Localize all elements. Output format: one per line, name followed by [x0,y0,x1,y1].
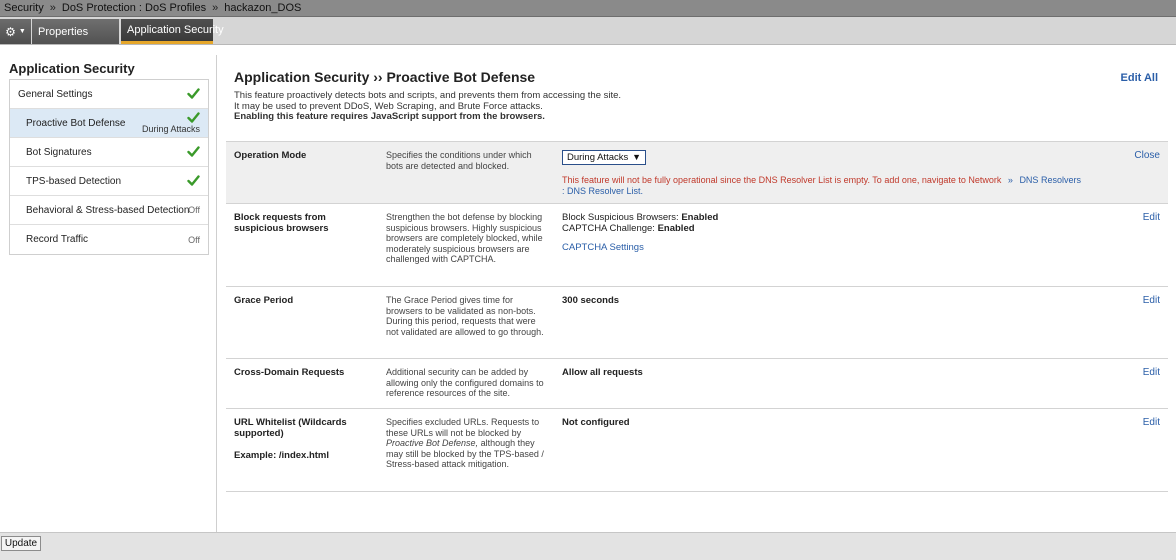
setting-help: Specifies the conditions under which bot… [386,150,532,171]
setting-row-url-whitelist: URL Whitelist (Wildcards supported) Exam… [226,408,1168,492]
dns-resolver-list-link[interactable]: : DNS Resolver List. [562,186,643,196]
url-whitelist-label: URL Whitelist (Wildcards supported) [234,417,347,439]
checkmark-icon [187,145,200,158]
sidebar-item-label: Record Traffic [26,234,89,245]
value-status: Enabled [681,212,719,223]
checkmark-icon [187,87,200,100]
setting-label: Grace Period [234,295,294,306]
description-requirement: Enabling this feature requires JavaScrip… [234,111,545,122]
settings-table: Operation Mode Specifies the conditions … [226,141,1168,492]
setting-label: Operation Mode [234,150,307,161]
setting-help: Specifies excluded URLs. Requests to the… [386,417,546,470]
captcha-settings-link[interactable]: CAPTCHA Settings [562,242,1122,253]
sidebar-item-status: During Attacks [141,124,200,134]
main-panel: Application Security ›› Proactive Bot De… [218,55,1176,532]
block-suspicious-browsers-line: Block Suspicious Browsers: Enabled [562,212,1122,223]
feature-description: This feature proactively detects bots an… [234,90,834,123]
warning-separator: » [1007,175,1013,185]
help-text-italic: Proactive Bot Defense, [386,438,479,448]
sidebar-item-label: General Settings [18,88,93,100]
warning-text: This feature will not be fully operation… [562,175,1002,185]
sidebar-item-label: Bot Signatures [26,146,92,158]
page-title: Application Security ›› Proactive Bot De… [234,69,536,85]
tab-bar: ⚙ ▼ Properties Application Security [0,17,1176,45]
setting-row-block-requests: Block requests from suspicious browsers … [226,203,1168,286]
value-label: CAPTCHA Challenge: [562,223,655,234]
settings-menu-button[interactable]: ⚙ ▼ [0,19,31,44]
setting-help: Strengthen the bot defense by blocking s… [386,212,543,264]
tab-properties[interactable]: Properties [32,19,119,44]
setting-value: Not configured [562,417,630,428]
sidebar-item-label: Behavioral & Stress-based Detection [26,204,190,216]
setting-value: 300 seconds [562,295,620,306]
help-text: Specifies excluded URLs. Requests to the… [386,417,540,438]
sidebar-item-general-settings[interactable]: General Settings [10,80,208,109]
sidebar-item-tps-based-detection[interactable]: TPS-based Detection [10,167,208,196]
sidebar-item-status: Off [188,205,200,215]
value-label: Block Suspicious Browsers: [562,212,679,223]
operation-mode-select[interactable]: During Attacks ▼ [562,150,646,165]
setting-help: The Grace Period gives time for browsers… [386,295,544,337]
sidebar-title: Application Security [9,61,135,76]
edit-link[interactable]: Edit [1143,212,1160,223]
sidebar: Application Security General Settings Pr… [0,55,217,532]
dns-resolver-warning: This feature will not be fully operation… [562,175,1122,197]
sidebar-item-record-traffic[interactable]: Record Traffic Off [10,225,208,254]
select-value: During Attacks [567,152,629,163]
setting-label: Block requests from suspicious browsers [234,212,329,234]
setting-label: Cross-Domain Requests [234,367,345,378]
sidebar-item-behavioral-stress-detection[interactable]: Behavioral & Stress-based Detection Off [10,196,208,225]
checkmark-icon [187,174,200,187]
footer-bar: Update [0,532,1176,560]
setting-value: Block Suspicious Browsers: Enabled CAPTC… [562,212,1122,253]
gear-icon: ⚙ [5,24,16,39]
breadcrumb-item-current: hackazon_DOS [224,2,302,14]
setting-help: Additional security can be added by allo… [386,367,544,398]
setting-row-grace-period: Grace Period The Grace Period gives time… [226,286,1168,358]
update-button[interactable]: Update [1,536,41,551]
breadcrumb-separator: » [49,2,56,14]
setting-row-cross-domain: Cross-Domain Requests Additional securit… [226,358,1168,408]
checkmark-icon [187,111,200,124]
edit-all-link[interactable]: Edit All [1121,72,1158,84]
chevron-down-icon: ▼ [18,28,26,35]
setting-label: URL Whitelist (Wildcards supported) Exam… [234,417,374,461]
setting-row-operation-mode: Operation Mode Specifies the conditions … [226,141,1168,203]
edit-link[interactable]: Edit [1143,295,1160,306]
dropdown-arrow-icon: ▼ [632,152,641,162]
close-link[interactable]: Close [1134,150,1160,161]
captcha-challenge-line: CAPTCHA Challenge: Enabled [562,223,1122,234]
breadcrumb-item-dos-profiles[interactable]: DoS Protection : DoS Profiles [62,2,206,14]
url-whitelist-example: Example: /index.html [234,450,330,461]
tab-application-security[interactable]: Application Security [121,19,224,44]
sidebar-item-status: Off [188,234,200,245]
breadcrumb-separator: » [212,2,219,14]
sidebar-item-bot-signatures[interactable]: Bot Signatures [10,138,208,167]
edit-link[interactable]: Edit [1143,417,1160,428]
sidebar-item-label: TPS-based Detection [26,175,122,187]
sidebar-item-label: Proactive Bot Defense [26,117,126,129]
breadcrumb: Security » DoS Protection : DoS Profiles… [0,0,1176,17]
edit-link[interactable]: Edit [1143,367,1160,378]
breadcrumb-item-security[interactable]: Security [4,2,44,14]
setting-value: During Attacks ▼ This feature will not b… [562,150,1122,197]
dns-resolvers-link[interactable]: DNS Resolvers [1019,175,1081,185]
setting-value: Allow all requests [562,367,643,378]
sidebar-item-proactive-bot-defense[interactable]: Proactive Bot Defense During Attacks [10,109,208,138]
value-status: Enabled [657,223,695,234]
description-line: This feature proactively detects bots an… [234,90,622,101]
sidebar-list: General Settings Proactive Bot Defense D… [9,79,209,255]
